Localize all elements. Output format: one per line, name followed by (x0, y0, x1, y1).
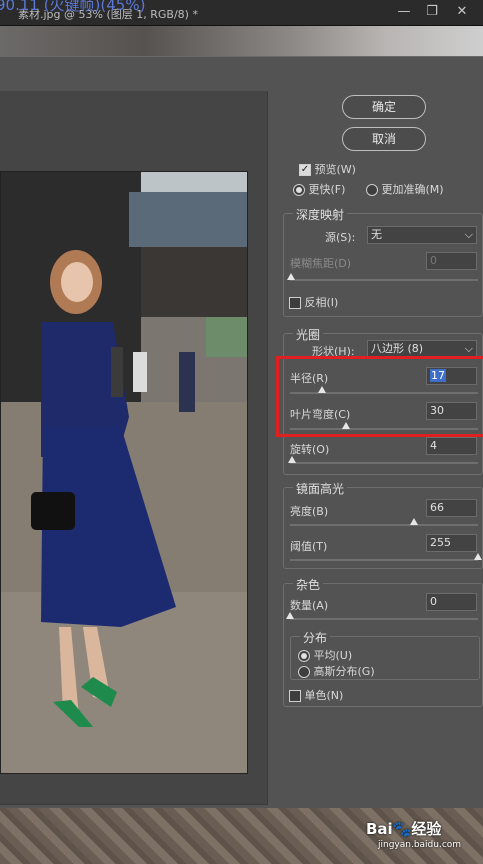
distribution-title: 分布 (300, 629, 331, 646)
cancel-button[interactable]: 取消 (342, 127, 426, 151)
watermark-brand2: 经验 (411, 820, 442, 838)
gaussian-radio-row[interactable]: 高斯分布(G) (298, 663, 375, 679)
watermark-brand: Bai (366, 820, 393, 838)
preview-area (0, 91, 268, 805)
preview-checkbox[interactable]: ✓ (299, 164, 311, 176)
restore-icon[interactable]: ❐ (424, 4, 440, 20)
close-icon[interactable]: ✕ (454, 4, 470, 20)
preview-label: 预览(W) (314, 163, 356, 176)
uniform-radio[interactable] (298, 650, 310, 662)
depth-map-title: 深度映射 (293, 206, 348, 223)
specular-title: 镜面高光 (293, 480, 348, 497)
accurate-radio[interactable] (366, 184, 378, 196)
brightness-slider-track[interactable] (290, 524, 478, 526)
threshold-field[interactable]: 255 (426, 534, 477, 552)
monochrome-checkbox[interactable] (289, 690, 301, 702)
preview-photo-illustration (1, 172, 247, 773)
canvas-background-photo (0, 26, 483, 56)
amount-field[interactable]: 0 (426, 593, 477, 611)
invert-label: 反相(I) (304, 296, 339, 309)
brightness-label: 亮度(B) (290, 505, 329, 518)
rotation-label: 旋转(O) (290, 443, 330, 456)
threshold-slider-knob[interactable] (474, 553, 482, 560)
uniform-label: 平均(U) (313, 649, 353, 662)
ok-button[interactable]: 确定 (342, 95, 426, 119)
blur-focal-label: 模糊焦距(D) (290, 257, 352, 270)
invert-checkbox-row[interactable]: 反相(I) (289, 294, 338, 310)
accurate-radio-row[interactable]: 更加准确(M) (366, 181, 444, 197)
gaussian-label: 高斯分布(G) (313, 665, 375, 678)
rotation-slider-track[interactable] (290, 462, 478, 464)
accurate-label: 更加准确(M) (381, 183, 444, 196)
iris-title: 光圈 (293, 326, 324, 343)
rotation-slider-knob[interactable] (287, 456, 296, 463)
faster-radio[interactable] (293, 184, 305, 196)
faster-label: 更快(F) (308, 183, 346, 196)
invert-checkbox[interactable] (289, 297, 301, 309)
threshold-label: 阈值(T) (290, 540, 328, 553)
chevron-down-icon: ⌵ (464, 342, 473, 355)
watermark-logo: Bai🐾经验 (366, 818, 441, 839)
monochrome-label: 单色(N) (304, 689, 344, 702)
amount-label: 数量(A) (290, 599, 329, 612)
noise-title: 杂色 (293, 576, 324, 593)
amount-slider-track[interactable] (290, 618, 478, 620)
threshold-slider-track[interactable] (290, 559, 478, 561)
brightness-slider-knob[interactable] (410, 518, 419, 525)
preview-checkbox-row[interactable]: ✓ 预览(W) (299, 161, 356, 177)
blur-focal-field[interactable]: 0 (426, 252, 477, 270)
uniform-radio-row[interactable]: 平均(U) (298, 647, 352, 663)
gaussian-radio[interactable] (298, 666, 310, 678)
rotation-field[interactable]: 4 (426, 437, 477, 455)
highlight-annotation-box (276, 356, 483, 437)
source-label: 源(S): (325, 231, 356, 244)
blur-focal-slider-knob[interactable] (287, 273, 295, 280)
chevron-down-icon: ⌵ (464, 228, 473, 241)
watermark-url: jingyan.baidu.com (378, 840, 462, 850)
minimize-icon[interactable]: — (396, 4, 412, 20)
amount-slider-knob[interactable] (286, 612, 294, 619)
monochrome-checkbox-row[interactable]: 单色(N) (289, 687, 343, 703)
shape-value: 八边形 (8) (371, 342, 424, 355)
video-title-overlay: 90.11 (火键帧)(45%) (0, 0, 146, 14)
brightness-field[interactable]: 66 (426, 499, 477, 517)
source-select[interactable]: 无 ⌵ (367, 226, 477, 244)
source-value: 无 (371, 228, 382, 241)
preview-image (0, 171, 248, 774)
paw-icon: 🐾 (392, 820, 412, 838)
blur-focal-slider-track[interactable] (290, 279, 478, 281)
faster-radio-row[interactable]: 更快(F) (293, 181, 345, 197)
